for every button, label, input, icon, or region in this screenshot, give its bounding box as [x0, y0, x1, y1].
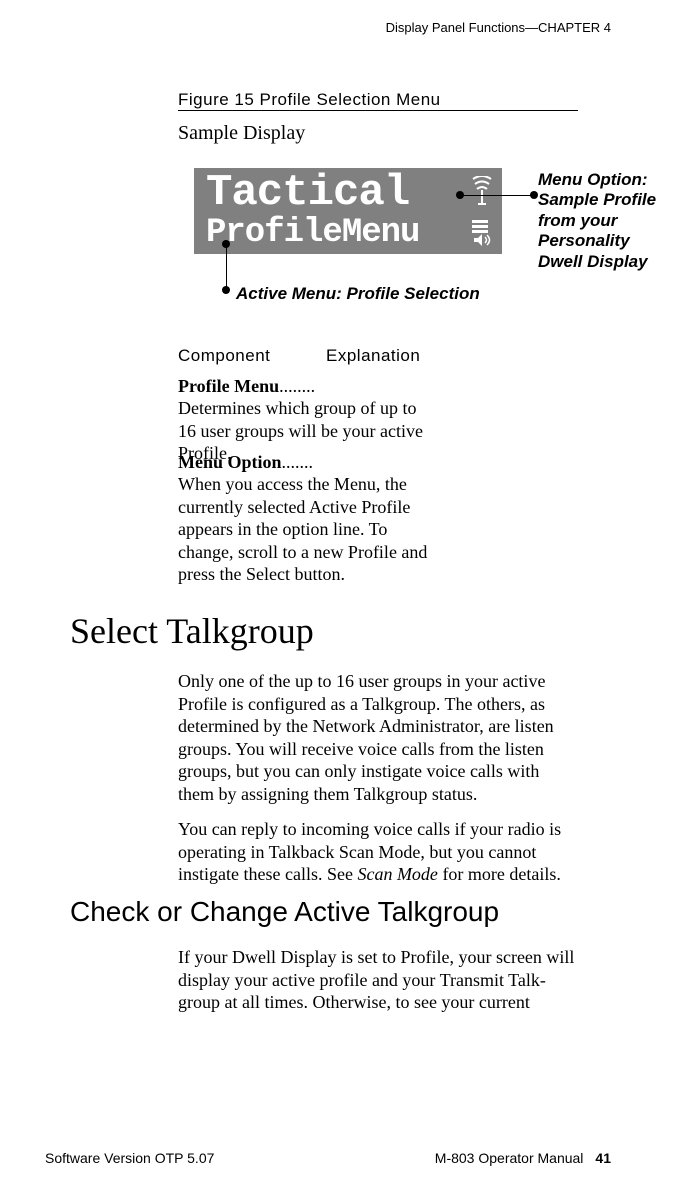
paragraph: If your Dwell Display is set to Profile,… — [178, 946, 578, 1014]
heading-select-talkgroup: Select Talkgroup — [70, 610, 314, 652]
component-dots: ....... — [282, 452, 314, 472]
figure-title: Figure 15 Profile Selection Menu — [178, 90, 441, 110]
heading-check-change-talkgroup: Check or Change Active Talkgroup — [70, 896, 499, 928]
table-head-component: Component — [178, 346, 270, 366]
paragraph-text: for more details. — [438, 864, 561, 884]
table-row: Menu Option....... When you access the M… — [178, 452, 578, 586]
speaker-icon — [470, 216, 494, 246]
page-number: 41 — [595, 1150, 611, 1166]
antenna-icon — [470, 176, 494, 206]
header-chapter: Display Panel Functions—CHAPTER 4 — [386, 20, 611, 35]
sample-display-label: Sample Display — [178, 122, 305, 145]
footer-manual: M-803 Operator Manual 41 — [435, 1150, 611, 1166]
annotation-active-menu: Active Menu: Profile Selection — [236, 284, 480, 304]
figure-divider — [178, 110, 578, 111]
leader-line-right — [460, 195, 534, 196]
component-cell: Menu Option....... — [178, 452, 326, 473]
leader-dot-right-end — [530, 191, 538, 199]
paragraph: Only one of the up to 16 user groups in … — [178, 670, 578, 805]
leader-line-bottom — [226, 244, 227, 288]
table-head-explanation: Explanation — [326, 346, 420, 366]
page: Display Panel Functions—CHAPTER 4 Figure… — [0, 0, 681, 1196]
display-line-1: Tactical — [206, 171, 409, 215]
leader-dot-bottom-start — [222, 240, 230, 248]
footer-manual-label: M-803 Operator Manual — [435, 1150, 584, 1166]
component-cell: Profile Menu........ — [178, 376, 326, 397]
component-name: Profile Menu — [178, 376, 279, 396]
component-dots: ........ — [279, 376, 315, 396]
scan-mode-reference: Scan Mode — [357, 864, 437, 884]
annotation-menu-option: Menu Option: Sample Profile from your Pe… — [538, 170, 668, 272]
leader-dot-bottom-end — [222, 286, 230, 294]
component-name: Menu Option — [178, 452, 282, 472]
display-line-2: ProfileMenu — [206, 216, 419, 250]
leader-dot-right-start — [456, 191, 464, 199]
device-display: Tactical ProfileMenu — [194, 168, 502, 254]
footer-software-version: Software Version OTP 5.07 — [45, 1150, 214, 1166]
paragraph: You can reply to incoming voice calls if… — [178, 818, 578, 886]
explanation-cell: When you access the Menu, the currently … — [178, 473, 428, 586]
